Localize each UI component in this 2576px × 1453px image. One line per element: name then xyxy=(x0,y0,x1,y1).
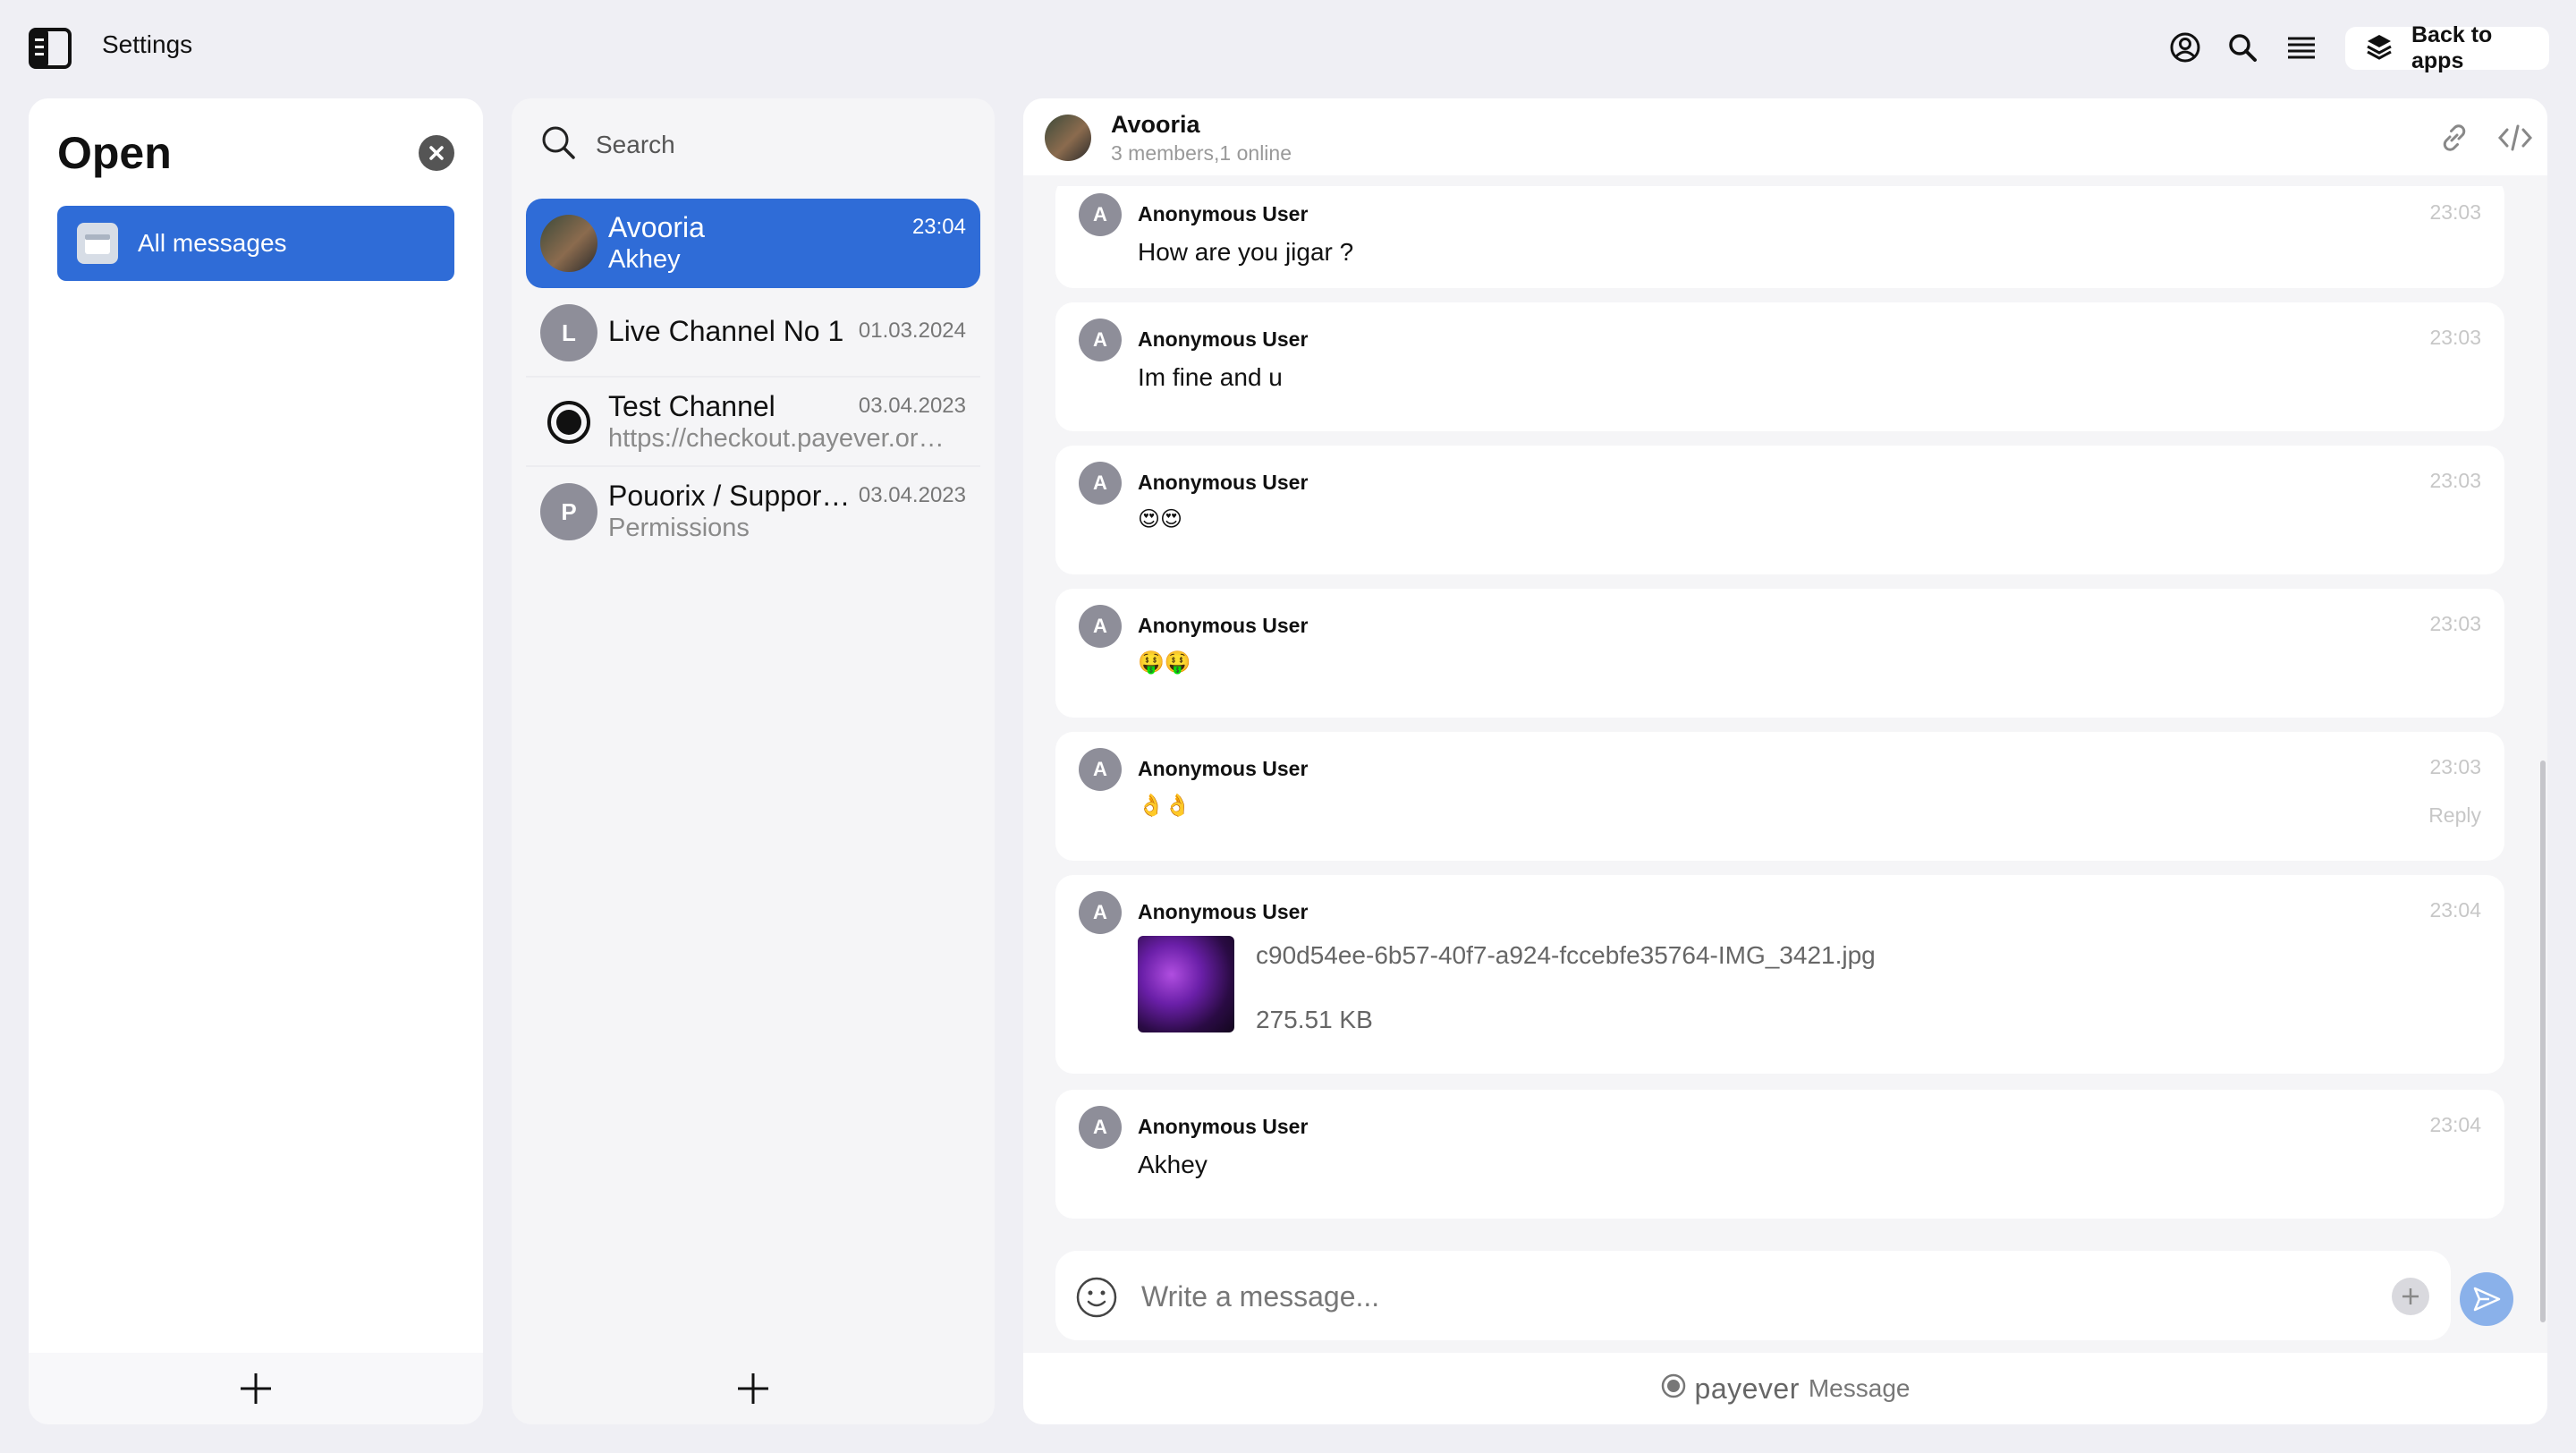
chat-members-status: 3 members,1 online xyxy=(1111,141,1292,165)
message-text: How are you jigar ? xyxy=(1138,238,1354,266)
layers-icon xyxy=(2365,31,2394,66)
chat-title: Avooria xyxy=(1111,111,1200,138)
avatar[interactable] xyxy=(1045,115,1091,161)
message-bubble[interactable]: A Anonymous User 👌👌 23:03 Reply xyxy=(1055,732,2504,861)
folder-label: All messages xyxy=(138,229,287,257)
conversation-item[interactable]: P Pouorix / Support Channel Permissions … xyxy=(526,467,980,557)
avatar: A xyxy=(1079,1106,1122,1149)
conversation-subtitle: https://checkout.payever.org/pay/... xyxy=(608,424,957,453)
conversation-title: Test Channel xyxy=(608,390,775,422)
folder-icon xyxy=(77,223,118,264)
sidebar-toggle-icon[interactable] xyxy=(29,28,72,69)
folders-panel: Open All messages xyxy=(29,98,483,1424)
message-bubble[interactable]: A Anonymous User 23:04 c90d54ee-6b57-40f… xyxy=(1055,875,2504,1074)
back-to-apps-button[interactable]: Back to apps xyxy=(2345,22,2549,73)
top-bar: Settings Back to apps xyxy=(0,0,2576,95)
add-folder-button[interactable] xyxy=(29,1353,483,1424)
payever-logo-icon xyxy=(1661,1373,1686,1405)
avatar: A xyxy=(1079,193,1122,236)
message-time: 23:03 xyxy=(2429,612,2481,635)
message-bubble[interactable]: A Anonymous User Im fine and u 23:03 xyxy=(1055,302,2504,431)
conversation-title: Pouorix / Support Channel xyxy=(608,480,855,512)
conversation-time: 03.04.2023 xyxy=(858,483,966,507)
avatar xyxy=(540,215,597,272)
search-placeholder: Search xyxy=(596,131,675,158)
message-author: Anonymous User xyxy=(1138,757,1309,780)
profile-icon[interactable] xyxy=(2166,29,2204,66)
avatar: A xyxy=(1079,462,1122,505)
add-conversation-button[interactable] xyxy=(512,1353,995,1424)
conversation-title: Live Channel No 1 xyxy=(608,315,844,347)
conversation-item[interactable]: Avooria Akhey 23:04 xyxy=(526,199,980,288)
conversation-item[interactable]: L Live Channel No 1 01.03.2024 xyxy=(526,288,980,378)
message-bubble[interactable]: A Anonymous User Akhey 23:04 xyxy=(1055,1090,2504,1219)
plus-icon xyxy=(241,1373,271,1404)
message-author: Anonymous User xyxy=(1138,1115,1309,1138)
reply-button[interactable]: Reply xyxy=(2428,803,2481,828)
emoji-icon[interactable] xyxy=(1075,1276,1118,1319)
brand-name: payever xyxy=(1694,1372,1800,1405)
message-time: 23:03 xyxy=(2429,755,2481,778)
conversation-subtitle: Akhey xyxy=(608,245,681,274)
message-author: Anonymous User xyxy=(1138,900,1309,923)
avatar: A xyxy=(1079,605,1122,648)
close-icon[interactable] xyxy=(419,135,454,171)
message-text: Akhey xyxy=(1138,1151,1208,1178)
message-bubble[interactable]: A Anonymous User How are you jigar ? 23:… xyxy=(1055,186,2504,288)
message-composer xyxy=(1055,1251,2451,1340)
message-author: Anonymous User xyxy=(1138,614,1309,637)
conversation-time: 03.04.2023 xyxy=(858,394,966,418)
message-author: Anonymous User xyxy=(1138,471,1309,494)
message-time: 23:03 xyxy=(2429,469,2481,492)
conversations-panel: Search Avooria Akhey 23:04 L Live Channe… xyxy=(512,98,995,1424)
message-time: 23:04 xyxy=(2429,898,2481,922)
message-author: Anonymous User xyxy=(1138,327,1309,351)
message-time: 23:04 xyxy=(2429,1113,2481,1136)
message-text: 🤑🤑 xyxy=(1138,650,1191,675)
product-name: Message xyxy=(1808,1374,1911,1402)
search-icon[interactable] xyxy=(2224,29,2261,66)
conversation-time: 23:04 xyxy=(911,215,966,239)
code-icon[interactable] xyxy=(2496,118,2535,157)
message-author: Anonymous User xyxy=(1138,202,1309,225)
message-list: A Anonymous User How are you jigar ? 23:… xyxy=(1055,186,2504,1331)
panel-title: Open xyxy=(57,128,172,178)
message-text: 👌👌 xyxy=(1138,794,1191,818)
message-text: Im fine and u xyxy=(1138,363,1283,391)
search-icon xyxy=(540,124,576,166)
avatar: A xyxy=(1079,748,1122,791)
menu-icon[interactable] xyxy=(2283,29,2320,66)
message-input[interactable] xyxy=(1141,1272,2304,1321)
back-to-apps-label: Back to apps xyxy=(2411,22,2493,73)
file-name[interactable]: c90d54ee-6b57-40f7-a924-fccebfe35764-IMG… xyxy=(1256,941,1876,970)
message-time: 23:03 xyxy=(2429,326,2481,349)
link-icon[interactable] xyxy=(2435,118,2474,157)
message-text: 😍😍 xyxy=(1138,507,1183,531)
chat-panel: Avooria 3 members,1 online A Anonymous U… xyxy=(1023,98,2547,1424)
record-icon xyxy=(540,394,597,451)
conversation-subtitle: Permissions xyxy=(608,514,750,542)
avatar: P xyxy=(540,483,597,540)
image-thumbnail[interactable] xyxy=(1138,936,1234,1032)
conversation-time: 01.03.2024 xyxy=(858,319,966,343)
conversation-item[interactable]: Test Channel https://checkout.payever.or… xyxy=(526,378,980,467)
avatar: A xyxy=(1079,891,1122,934)
folder-all-messages[interactable]: All messages xyxy=(57,206,454,281)
scrollbar[interactable] xyxy=(2540,760,2546,1322)
message-bubble[interactable]: A Anonymous User 🤑🤑 23:03 xyxy=(1055,589,2504,718)
avatar: L xyxy=(540,304,597,361)
plus-icon xyxy=(738,1373,768,1404)
message-time: 23:03 xyxy=(2429,200,2481,224)
chat-header: Avooria 3 members,1 online xyxy=(1023,98,2547,175)
file-size: 275.51 KB xyxy=(1256,1006,1373,1033)
send-button[interactable] xyxy=(2460,1272,2513,1326)
avatar: A xyxy=(1079,319,1122,361)
message-bubble[interactable]: A Anonymous User 😍😍 23:03 xyxy=(1055,446,2504,574)
attach-plus-icon[interactable] xyxy=(2392,1278,2429,1315)
chat-footer: payever Message xyxy=(1023,1353,2547,1424)
send-icon xyxy=(2473,1287,2501,1312)
conversation-title: Avooria xyxy=(608,211,705,243)
search-bar[interactable]: Search xyxy=(540,120,675,170)
app-title: Settings xyxy=(102,30,193,58)
